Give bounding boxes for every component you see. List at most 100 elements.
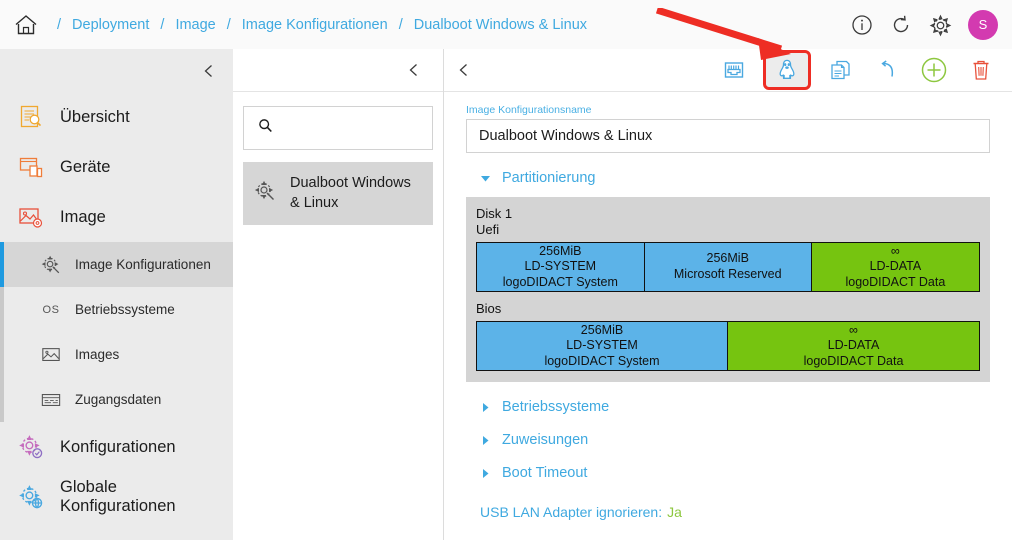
sidebar-item-label: Globale Konfigurationen [60, 478, 176, 515]
section-label: Boot Timeout [502, 465, 588, 481]
sidebar-item-label: Betriebssysteme [75, 302, 175, 317]
sidebar-item-label: Konfigurationen [60, 437, 176, 456]
home-icon[interactable] [10, 9, 42, 41]
partition-description: logoDIDACT System [502, 274, 618, 289]
partition-block[interactable]: 256MiB LD-SYSTEM logoDIDACT System [477, 243, 645, 291]
top-bar-actions: S [851, 9, 998, 40]
search-input[interactable] [283, 120, 413, 136]
chevron-left-icon [459, 64, 467, 76]
copy-documents-icon [831, 60, 850, 80]
name-field[interactable]: Dualboot Windows & Linux [466, 119, 990, 153]
sidebar-item-images[interactable]: Images [0, 332, 233, 377]
sidebar-item-label: Zugangsdaten [75, 392, 162, 407]
partition-block[interactable]: 256MiB Microsoft Reserved [644, 243, 812, 291]
network-port-button[interactable] [719, 55, 749, 85]
partition-size: 256MiB [706, 251, 749, 266]
main-toolbar [444, 49, 1012, 92]
section-label: Zuweisungen [502, 432, 589, 448]
sidebar-item-uebersicht[interactable]: Übersicht [0, 92, 233, 142]
sidebar-item-image-konfigurationen[interactable]: Image Konfigurationen [0, 242, 233, 287]
triangle-right-icon [480, 435, 491, 446]
section-label: Betriebssysteme [502, 399, 610, 415]
section-zuweisungen[interactable]: Zuweisungen [480, 432, 990, 448]
linux-penguin-icon [779, 59, 795, 79]
search-box[interactable] [243, 106, 433, 150]
partition-name: LD-SYSTEM [566, 338, 638, 353]
gear-icon[interactable] [929, 14, 952, 36]
sidebar-item-image[interactable]: Image [0, 192, 233, 242]
sidebar-item-label: Images [75, 347, 120, 362]
sidebar-item-konfigurationen[interactable]: Konfigurationen [0, 422, 233, 472]
sidebar-item-label: Image [60, 207, 106, 226]
partition-description: logoDIDACT Data [845, 274, 946, 289]
partition-size: 256MiB [539, 243, 582, 258]
plus-circle-icon [921, 57, 947, 83]
section-label: Partitionierung [502, 170, 596, 186]
partition-block[interactable]: ∞ LD-DATA logoDIDACT Data [728, 322, 979, 370]
gear-config-icon [40, 254, 62, 276]
disk-partition-diagram: Disk 1 Uefi 256MiB LD-SYSTEM logoDIDACT Sy… [466, 197, 990, 382]
delete-button[interactable] [966, 55, 996, 85]
search-icon [258, 118, 273, 138]
bios-partition-row: 256MiB LD-SYSTEM logoDIDACT System ∞ LD-DATA… [476, 321, 980, 371]
breadcrumb-separator: / [57, 16, 62, 33]
disk-label: Disk 1 [476, 206, 513, 221]
usb-lan-label: USB LAN Adapter ignorieren: [480, 504, 663, 520]
config-form: Image Konfigurationsname Dualboot Window… [444, 92, 1012, 520]
uefi-mode-label: Uefi [476, 222, 500, 237]
sidebar-item-label: Image Konfigurationen [75, 257, 211, 272]
partition-block[interactable]: 256MiB LD-SYSTEM logoDIDACT System [477, 322, 728, 370]
chevron-left-icon [204, 64, 212, 77]
triangle-down-icon [480, 173, 491, 184]
refresh-icon[interactable] [890, 14, 912, 36]
sidebar-item-betriebssysteme[interactable]: OS Betriebssysteme [0, 287, 233, 332]
configurations-icon [17, 433, 45, 461]
section-boot-timeout[interactable]: Boot Timeout [480, 465, 990, 481]
create-linux-partitions-button[interactable] [763, 50, 811, 90]
overview-icon [17, 103, 45, 131]
undo-button[interactable] [872, 55, 902, 85]
info-icon[interactable] [851, 14, 873, 36]
breadcrumb-item-image[interactable]: Image [173, 17, 217, 33]
sidebar-item-globale-konfigurationen[interactable]: Globale Konfigurationen [0, 472, 233, 522]
list-panel-collapse-button[interactable] [233, 49, 443, 92]
os-icon: OS [42, 303, 60, 316]
partition-name: LD-DATA [869, 259, 922, 274]
list-item-label: Dualboot Windows & Linux [290, 175, 411, 211]
avatar[interactable]: S [968, 9, 998, 40]
trash-icon [973, 60, 989, 80]
bios-mode-label: Bios [476, 301, 502, 316]
sidebar-item-geraete[interactable]: Geräte [0, 142, 233, 192]
global-configurations-icon [17, 483, 45, 511]
partition-description: logoDIDACT Data [803, 353, 904, 368]
section-partitionierung[interactable]: Partitionierung [480, 170, 990, 186]
breadcrumb-separator: / [398, 16, 403, 33]
add-button[interactable] [919, 55, 949, 85]
sidebar-item-label: Übersicht [60, 107, 130, 126]
section-betriebssysteme[interactable]: Betriebssysteme [480, 399, 990, 415]
partition-name: LD-SYSTEM [524, 259, 597, 274]
uefi-partition-row: 256MiB LD-SYSTEM logoDIDACT System 256MiB Mi… [476, 242, 980, 292]
images-icon [40, 344, 62, 366]
breadcrumb-item-image-konfigurationen[interactable]: Image Konfigurationen [240, 17, 390, 33]
search-container [233, 92, 443, 150]
breadcrumb-item-current[interactable]: Dualboot Windows & Linux [412, 17, 589, 33]
breadcrumb-item-deployment[interactable]: Deployment [70, 17, 151, 33]
breadcrumb-separator: / [160, 16, 165, 33]
partition-block[interactable]: ∞ LD-DATA logoDIDACT Data [811, 243, 979, 291]
partition-description: logoDIDACT System [544, 353, 660, 368]
main-content: Image Konfigurationsname Dualboot Window… [444, 49, 1012, 540]
sidebar-collapse-button[interactable] [0, 49, 233, 92]
gear-config-icon [253, 179, 277, 208]
list-item[interactable]: Dualboot Windows & Linux [243, 162, 433, 226]
back-button[interactable] [456, 62, 472, 78]
triangle-right-icon [480, 402, 491, 413]
partition-name: LD-DATA [827, 338, 880, 353]
top-bar: / Deployment / Image / Image Konfigurati… [0, 0, 1012, 49]
partition-description: Microsoft Reserved [673, 267, 782, 281]
usb-lan-setting: USB LAN Adapter ignorieren: Ja [480, 504, 990, 520]
duplicate-button[interactable] [825, 55, 855, 85]
sidebar-item-zugangsdaten[interactable]: Zugangsdaten [0, 377, 233, 422]
triangle-right-icon [480, 468, 491, 479]
undo-arrow-icon [881, 60, 894, 77]
